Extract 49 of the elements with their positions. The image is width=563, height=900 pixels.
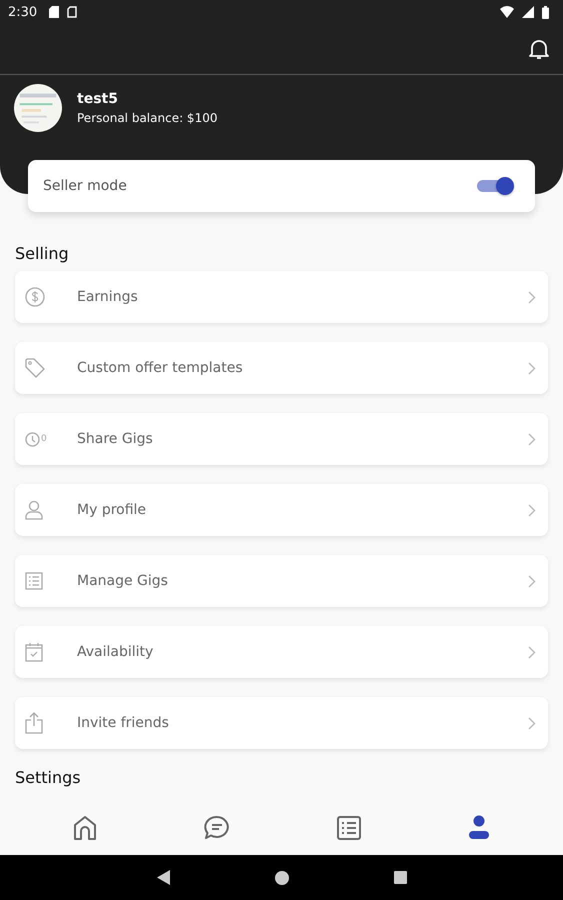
clock-icon <box>25 432 40 446</box>
chevron-right-icon <box>528 504 536 516</box>
person-icon <box>468 815 490 840</box>
list-icon <box>336 816 361 840</box>
share-icon <box>25 712 43 734</box>
user-name: test5 <box>77 91 119 107</box>
seller-mode-label: Seller mode <box>43 178 127 194</box>
recents-square-icon[interactable] <box>394 871 406 884</box>
chevron-right-icon <box>528 574 536 588</box>
seller-mode-switch[interactable] <box>477 180 511 192</box>
menu-item[interactable]: 0 Share Gigs <box>15 413 548 465</box>
personal-balance: Personal balance: $100 <box>77 111 218 125</box>
home-icon <box>73 815 98 840</box>
menu-item-label: Share Gigs <box>77 431 154 447</box>
menu-item-label: Availability <box>77 644 154 660</box>
battery-icon <box>542 6 549 18</box>
chevron-right-icon <box>528 432 536 446</box>
chat-bubble-icon <box>204 815 230 840</box>
menu-item[interactable]: Invite friends <box>15 697 548 749</box>
menu-item[interactable]: Availability <box>15 626 548 678</box>
list-icon <box>25 572 43 590</box>
wifi-icon <box>500 6 514 18</box>
home-circle-icon[interactable] <box>274 870 288 884</box>
chevron-right-icon <box>528 646 536 658</box>
share-count: 0 <box>41 434 47 444</box>
section-heading: Selling <box>15 244 69 263</box>
chevron-right-icon <box>528 716 536 730</box>
chevron-right-icon <box>528 290 536 304</box>
person-icon <box>25 500 43 520</box>
section-heading: Settings <box>15 768 81 787</box>
menu-item[interactable]: Custom offer templates <box>15 342 548 394</box>
menu-item-label: Invite friends <box>77 715 170 731</box>
tag-icon <box>25 358 45 378</box>
menu-item-label: Custom offer templates <box>77 360 244 376</box>
menu-item[interactable]: My profile <box>15 484 548 536</box>
back-icon[interactable] <box>156 870 170 885</box>
calendar-icon <box>25 642 43 662</box>
menu-item-label: My profile <box>77 502 148 518</box>
signal-icon <box>522 6 534 18</box>
sim-icon <box>67 6 78 18</box>
dollar-coin-icon <box>25 287 45 307</box>
menu-item[interactable]: Manage Gigs <box>15 555 548 607</box>
sd-card-icon <box>49 6 60 18</box>
menu-item-label: Manage Gigs <box>77 573 169 589</box>
chevron-right-icon <box>528 362 536 374</box>
menu-item[interactable]: Earnings <box>15 271 548 323</box>
status-time: 2:30 <box>8 4 38 20</box>
menu-item-label: Earnings <box>77 289 139 305</box>
notification-bell-icon[interactable] <box>529 38 549 60</box>
